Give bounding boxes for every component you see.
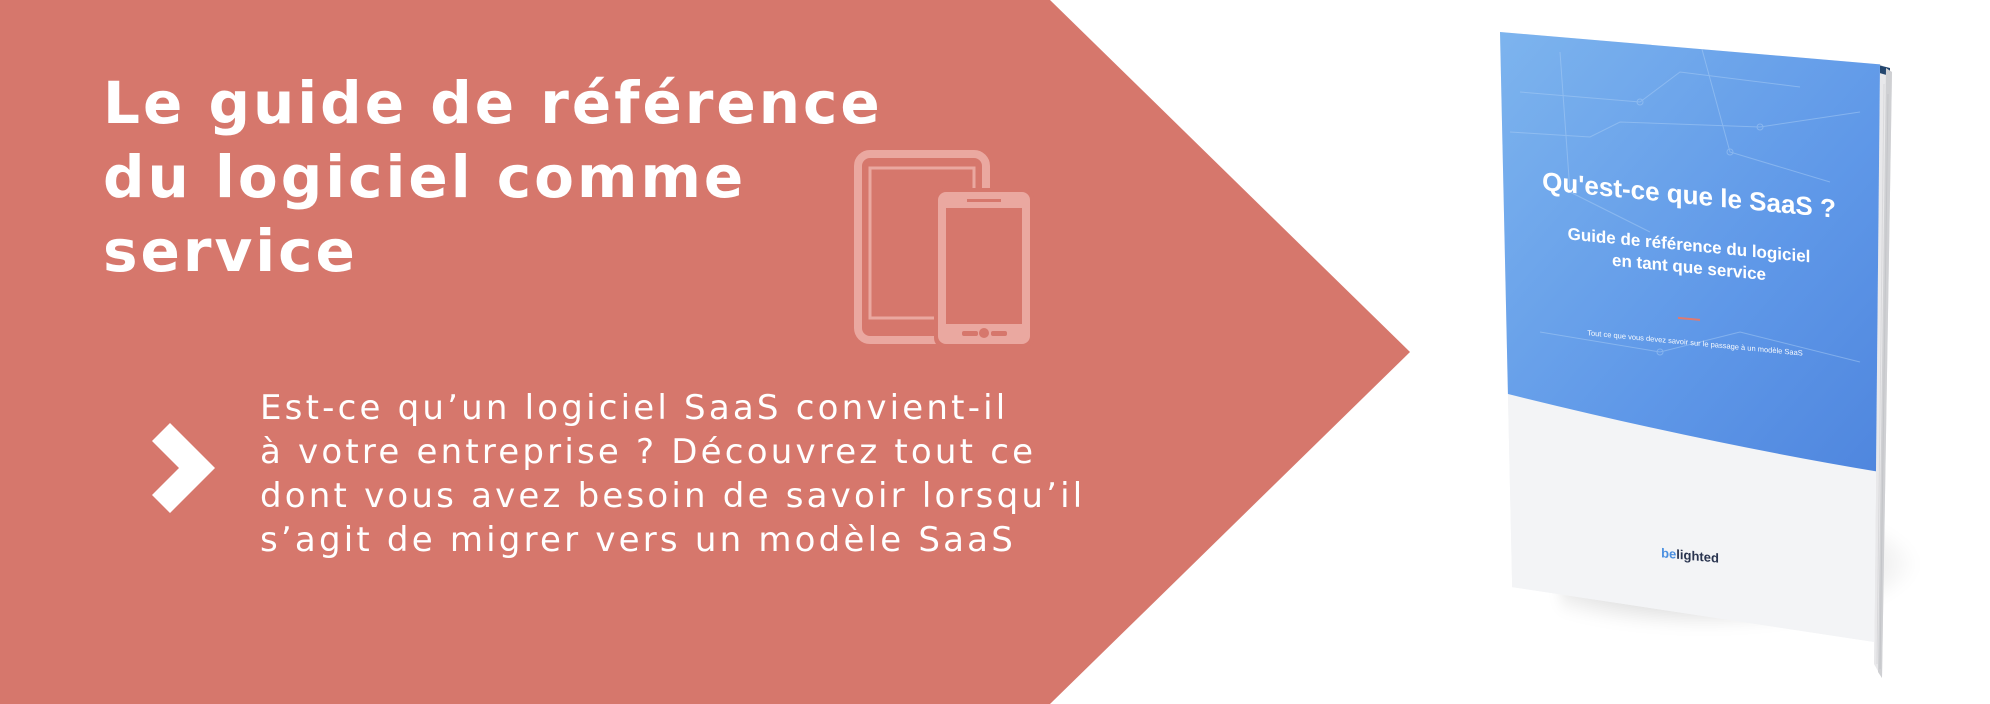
description-line-2: à votre entreprise ? Découvrez tout ce bbox=[260, 432, 1037, 472]
book-tagline: Tout ce que vous devez savoir sur le pas… bbox=[1587, 328, 1803, 358]
headline-line-1: Le guide de référence bbox=[103, 69, 883, 137]
book-front-cover: Qu'est-ce que le SaaS ? Guide de référen… bbox=[1500, 32, 1880, 642]
chevron-right-icon bbox=[152, 423, 215, 513]
description: Est-ce qu’un logiciel SaaS convient-il à… bbox=[260, 386, 1220, 562]
publisher-logo: belighted bbox=[1630, 542, 1750, 568]
cover-divider bbox=[1678, 316, 1700, 321]
logo-part-be: be bbox=[1661, 545, 1677, 562]
ebook-cover: Qu'est-ce que le SaaS ? Guide de référen… bbox=[1400, 24, 1990, 684]
headline-line-2: du logiciel comme bbox=[103, 143, 747, 211]
cover-text: Qu'est-ce que le SaaS ? Guide de référen… bbox=[1500, 32, 1880, 642]
book-title: Qu'est-ce que le SaaS ? bbox=[1542, 165, 1836, 224]
devices-icon bbox=[854, 150, 1034, 348]
headline-line-3: service bbox=[103, 217, 358, 285]
promo-banner: Le guide de référence du logiciel comme … bbox=[0, 0, 1990, 704]
logo-part-lighted: lighted bbox=[1676, 546, 1719, 566]
headline: Le guide de référence du logiciel comme … bbox=[103, 66, 963, 288]
description-line-1: Est-ce qu’un logiciel SaaS convient-il bbox=[260, 388, 1009, 428]
description-line-3: dont vous avez besoin de savoir lorsqu’i… bbox=[260, 476, 1086, 516]
description-line-4: s’agit de migrer vers un modèle SaaS bbox=[260, 520, 1016, 560]
book-subtitle: Guide de référence du logiciel en tant q… bbox=[1524, 219, 1854, 294]
